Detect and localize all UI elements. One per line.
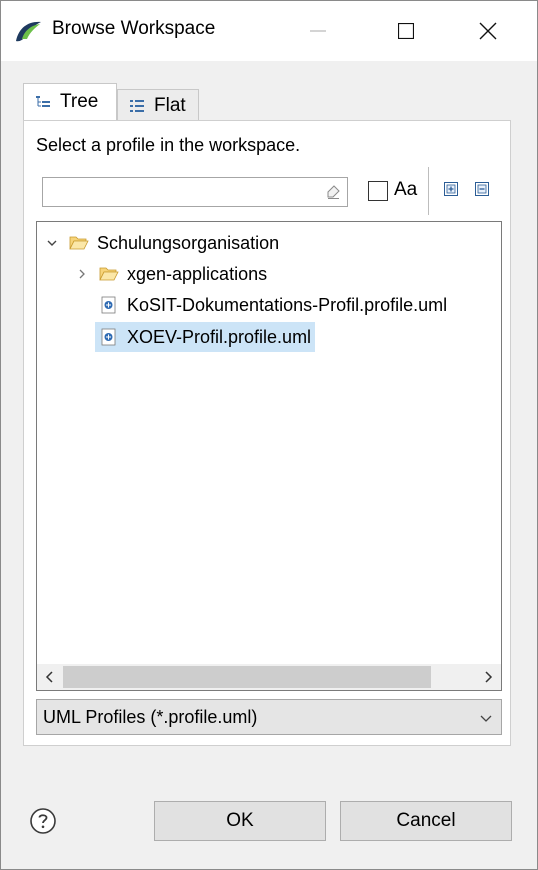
tree-panel: Select a profile in the workspace. Aa Sc… xyxy=(23,120,511,746)
workspace-tree[interactable]: Schulungsorganisation xgen-applications … xyxy=(36,221,502,691)
horizontal-scrollbar[interactable] xyxy=(37,664,501,690)
tree-item-xgen-applications[interactable]: xgen-applications xyxy=(75,259,267,289)
chevron-left-icon xyxy=(45,671,53,683)
chevron-down-icon[interactable] xyxy=(45,236,59,250)
minimize-icon xyxy=(310,30,326,32)
eclipse-leaf-icon xyxy=(16,21,41,42)
flat-list-icon xyxy=(130,99,144,112)
file-type-value: UML Profiles (*.profile.uml) xyxy=(43,707,258,727)
scroll-left-button[interactable] xyxy=(37,664,63,690)
match-case-label[interactable]: Aa xyxy=(394,179,417,201)
cancel-button[interactable]: Cancel xyxy=(340,801,512,841)
chevron-right-icon[interactable] xyxy=(75,267,89,281)
window-title: Browse Workspace xyxy=(52,18,216,39)
match-case-checkbox[interactable] xyxy=(368,181,388,201)
filter-input[interactable] xyxy=(47,179,321,207)
tree-item-label: XOEV-Profil.profile.uml xyxy=(127,326,312,347)
tab-tree[interactable]: Tree xyxy=(23,83,117,120)
browse-workspace-dialog: Browse Workspace Tree Flat Select a prof… xyxy=(0,0,538,870)
maximize-icon xyxy=(398,23,414,39)
expand-all-icon[interactable] xyxy=(444,182,458,196)
chevron-down-icon xyxy=(480,715,492,722)
tree-item-label: Schulungsorganisation xyxy=(97,232,280,253)
uml-profile-file-icon xyxy=(101,296,116,314)
help-icon[interactable] xyxy=(29,807,57,835)
scroll-thumb[interactable] xyxy=(63,666,431,688)
scroll-right-button[interactable] xyxy=(475,664,501,690)
folder-icon xyxy=(99,267,119,281)
open-folder-icon xyxy=(69,236,89,250)
tree-view-icon xyxy=(36,96,50,107)
title-bar: Browse Workspace xyxy=(1,1,537,61)
instruction-text: Select a profile in the workspace. xyxy=(36,135,301,155)
close-icon xyxy=(479,22,497,40)
tab-flat[interactable]: Flat xyxy=(117,89,199,121)
tree-item-schulungsorganisation[interactable]: Schulungsorganisation xyxy=(45,228,279,258)
eraser-icon[interactable] xyxy=(325,184,341,200)
tree-item-label: xgen-applications xyxy=(127,263,268,284)
collapse-all-icon[interactable] xyxy=(475,182,489,196)
tree-item-xoev-profile[interactable]: XOEV-Profil.profile.uml xyxy=(95,322,316,352)
chevron-right-icon xyxy=(485,671,493,683)
tab-tree-label: Tree xyxy=(60,91,99,112)
maximize-button[interactable] xyxy=(371,1,441,61)
tab-flat-label: Flat xyxy=(154,94,186,116)
uml-profile-file-icon xyxy=(101,328,116,346)
toolbar-separator xyxy=(428,167,429,215)
file-type-select[interactable]: UML Profiles (*.profile.uml) xyxy=(36,699,502,735)
minimize-button[interactable] xyxy=(283,1,353,61)
ok-button[interactable]: OK xyxy=(154,801,326,841)
close-button[interactable] xyxy=(453,1,523,61)
filter-field[interactable] xyxy=(42,177,348,207)
tree-item-kosit-profile[interactable]: KoSIT-Dokumentations-Profil.profile.uml xyxy=(99,290,447,320)
tree-item-label: KoSIT-Dokumentations-Profil.profile.uml xyxy=(127,294,448,315)
